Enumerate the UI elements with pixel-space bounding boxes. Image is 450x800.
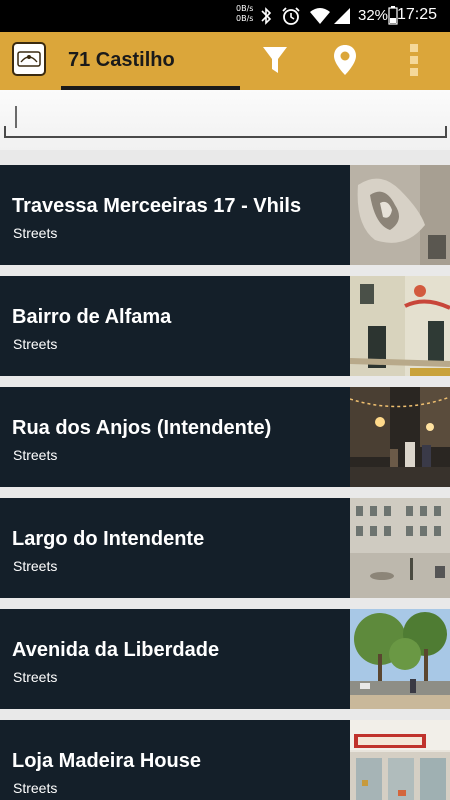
place-name: Loja Madeira House (12, 750, 201, 772)
place-thumbnail (350, 498, 450, 598)
overflow-menu-icon (410, 44, 418, 76)
place-category: Streets (13, 558, 58, 574)
search-area (0, 90, 450, 150)
location-button[interactable] (329, 44, 361, 76)
place-category: Streets (13, 225, 58, 241)
list-item[interactable]: Travessa Merceeiras 17 - Vhils Streets (0, 165, 450, 265)
place-thumbnail (350, 165, 450, 265)
place-name: Avenida da Liberdade (12, 639, 220, 661)
page-title: 71 Castilho (68, 49, 175, 71)
place-name: Travessa Merceeiras 17 - Vhils (12, 195, 302, 217)
place-name: Rua dos Anjos (Intendente) (12, 417, 272, 439)
map-pin-icon (334, 45, 356, 75)
filter-icon (263, 47, 287, 73)
filter-button[interactable] (259, 44, 291, 76)
list-item[interactable]: Rua dos Anjos (Intendente) Streets (0, 387, 450, 487)
search-input-edge-left (4, 126, 6, 138)
place-name: Largo do Intendente (12, 528, 205, 550)
list-item[interactable]: Avenida da Liberdade Streets (0, 609, 450, 709)
place-category: Streets (13, 336, 58, 352)
overflow-menu-button[interactable] (398, 44, 430, 76)
signal-icon (334, 8, 350, 24)
text-cursor (15, 106, 17, 128)
search-input-edge-right (445, 126, 447, 138)
search-input[interactable] (4, 98, 447, 138)
status-bar: 0B/s 0B/s 32% 17:25 (0, 0, 450, 32)
place-name: Bairro de Alfama (12, 306, 172, 328)
brand-logo-icon[interactable] (12, 42, 46, 76)
list-item[interactable]: Largo do Intendente Streets (0, 498, 450, 598)
list-item[interactable]: Loja Madeira House Streets (0, 720, 450, 800)
network-speed: 0B/s 0B/s (236, 4, 254, 23)
place-thumbnail (350, 276, 450, 376)
battery-percent: 32% (358, 7, 389, 24)
app-toolbar: 71 Castilho (0, 32, 450, 90)
place-thumbnail (350, 387, 450, 487)
alarm-icon (282, 7, 300, 25)
wifi-icon (310, 8, 330, 24)
place-category: Streets (13, 447, 58, 463)
clock: 17:25 (397, 6, 438, 23)
place-category: Streets (13, 669, 58, 685)
place-thumbnail (350, 609, 450, 709)
place-category: Streets (13, 780, 58, 796)
bluetooth-icon (261, 7, 272, 25)
place-thumbnail (350, 720, 450, 800)
list-item[interactable]: Bairro de Alfama Streets (0, 276, 450, 376)
